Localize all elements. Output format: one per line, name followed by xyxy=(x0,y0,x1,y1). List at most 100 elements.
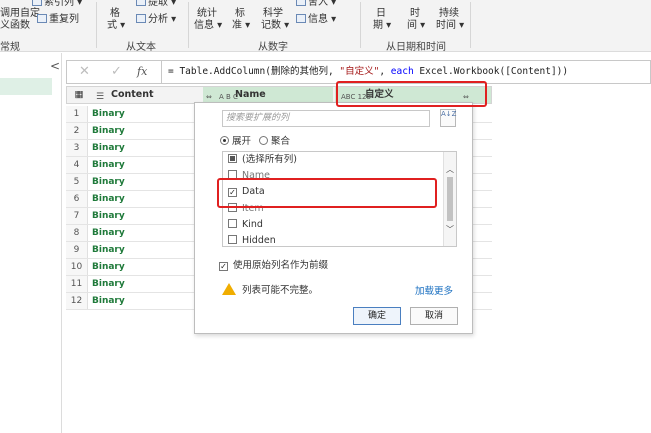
checkbox-icon[interactable] xyxy=(228,235,237,244)
binary-cell[interactable]: Binary xyxy=(92,191,125,207)
extract-icon xyxy=(136,0,146,6)
column-header-content[interactable]: ☰ Content xyxy=(93,87,201,103)
scroll-up-icon[interactable]: ︿ xyxy=(446,164,454,175)
column-header-name[interactable]: ⇔ A B C Name xyxy=(203,87,333,103)
aggregate-radio-label: 聚合 xyxy=(271,136,291,147)
row-index: 2 xyxy=(66,123,88,139)
warning-icon xyxy=(222,283,236,295)
duration-label[interactable]: 持续 xyxy=(439,8,459,20)
extract-button[interactable]: 提取 ▾ xyxy=(136,0,176,9)
scroll-down-icon[interactable]: ﹀ xyxy=(446,224,454,235)
group-from-datetime: 从日期和时间 xyxy=(386,42,446,53)
checkbox-icon[interactable] xyxy=(228,170,237,179)
formula-string: "自定义" xyxy=(339,66,380,77)
standard-button[interactable]: 准 ▾ xyxy=(232,20,250,32)
binary-cell[interactable]: Binary xyxy=(92,276,125,292)
duplicate-column-icon xyxy=(37,14,47,23)
list-item-hidden[interactable]: Hidden xyxy=(228,234,276,246)
statistics-info-label: 信息 xyxy=(194,20,214,31)
commit-formula-icon[interactable]: ✓ xyxy=(111,64,122,79)
information-icon xyxy=(296,14,306,23)
date-period-label: 期 xyxy=(373,20,383,31)
radio-unselected-icon xyxy=(259,136,268,145)
ribbon-separator xyxy=(360,2,361,48)
use-original-prefix-checkbox[interactable]: ✓ 使用原始列名作为前缀 xyxy=(219,257,328,271)
binary-cell[interactable]: Binary xyxy=(92,157,125,173)
list-item-data[interactable]: ✓ Data xyxy=(228,185,265,199)
time-label[interactable]: 时 xyxy=(410,8,420,20)
date-button[interactable]: 期 ▾ xyxy=(373,20,391,32)
load-more-link[interactable]: 加载更多 xyxy=(415,283,453,297)
duration-button[interactable]: 时间 ▾ xyxy=(436,20,464,32)
fx-icon[interactable]: fx xyxy=(137,65,147,78)
row-index: 5 xyxy=(66,174,88,190)
duplicate-column-button[interactable]: 重复列 xyxy=(37,14,79,26)
incomplete-list-warning: 列表可能不完整。 xyxy=(222,282,318,296)
list-item-item[interactable]: Item xyxy=(228,202,264,216)
binary-cell[interactable]: Binary xyxy=(92,208,125,224)
extract-label: 提取 xyxy=(148,0,168,8)
aggregate-radio[interactable]: 聚合 xyxy=(259,133,290,147)
table-menu-icon[interactable]: ▦ xyxy=(69,87,89,103)
list-item-label: (选择所有列) xyxy=(242,154,297,165)
column-header-label: Content xyxy=(111,89,154,100)
time-button[interactable]: 间 ▾ xyxy=(407,20,425,32)
power-query-editor: 索引列 ▾ 调用自定 义函数 重复列 常规 格 式 ▾ 提取 ▾ 分析 ▾ 从文… xyxy=(0,0,651,433)
group-from-number: 从数字 xyxy=(258,42,288,53)
date-label[interactable]: 日 xyxy=(376,8,386,20)
statistics-label[interactable]: 统计 xyxy=(197,8,217,20)
cancel-formula-icon[interactable]: ✕ xyxy=(79,64,90,79)
formula-input[interactable]: = Table.AddColumn(删除的其他列, "自定义", each Ex… xyxy=(161,61,651,83)
format-button-line1[interactable]: 格 xyxy=(110,8,120,20)
row-index: 12 xyxy=(66,293,88,309)
selected-query-highlight[interactable] xyxy=(0,78,52,95)
row-index: 11 xyxy=(66,276,88,292)
binary-cell[interactable]: Binary xyxy=(92,123,125,139)
row-index: 8 xyxy=(66,225,88,241)
format-button[interactable]: 式 ▾ xyxy=(107,20,125,32)
binary-cell[interactable]: Binary xyxy=(92,242,125,258)
list-item-label: Hidden xyxy=(242,235,276,246)
ok-button[interactable]: 确定 xyxy=(353,307,401,325)
binary-cell[interactable]: Binary xyxy=(92,225,125,241)
column-checkbox-list: (选择所有列) Name ✓ Data Item Kind Hidden ︿ ﹀ xyxy=(222,151,457,247)
standard-label[interactable]: 标 xyxy=(235,8,245,20)
statistics-button[interactable]: 信息 ▾ xyxy=(194,20,222,32)
group-from-text: 从文本 xyxy=(126,42,156,53)
binary-cell[interactable]: Binary xyxy=(92,106,125,122)
row-index: 6 xyxy=(66,191,88,207)
checkbox-checked-icon[interactable]: ✓ xyxy=(228,188,237,197)
collapse-pane-chevron-icon[interactable]: < xyxy=(50,59,60,73)
binary-cell[interactable]: Binary xyxy=(92,259,125,275)
list-scrollbar[interactable]: ︿ ﹀ xyxy=(443,152,456,246)
scientific-button[interactable]: 记数 ▾ xyxy=(261,20,289,32)
checkbox-icon[interactable] xyxy=(228,219,237,228)
round-button[interactable]: 舍入 ▾ xyxy=(296,0,336,9)
scrollbar-thumb[interactable] xyxy=(447,177,453,221)
expand-columns-panel: 搜索要扩展的列 A↓Z 展开 聚合 (选择所有列) Name ✓ Data Ite… xyxy=(194,102,473,334)
binary-cell[interactable]: Binary xyxy=(92,140,125,156)
list-item-select-all[interactable]: (选择所有列) xyxy=(228,153,297,167)
invoke-custom-function-label1[interactable]: 调用自定 xyxy=(0,8,40,20)
cancel-button[interactable]: 取消 xyxy=(410,307,458,325)
row-index: 10 xyxy=(66,259,88,275)
row-index: 4 xyxy=(66,157,88,173)
checkbox-partial-icon[interactable] xyxy=(228,154,237,163)
checkbox-icon[interactable] xyxy=(228,203,237,212)
list-item-label: Item xyxy=(242,203,264,214)
expand-radio[interactable]: 展开 xyxy=(220,133,251,147)
list-item-name[interactable]: Name xyxy=(228,169,270,183)
sort-az-button[interactable]: A↓Z xyxy=(440,109,456,127)
search-columns-input[interactable]: 搜索要扩展的列 xyxy=(222,110,430,127)
list-icon: ☰ xyxy=(96,92,105,102)
parse-button[interactable]: 分析 ▾ xyxy=(136,14,176,26)
invoke-custom-function-label2[interactable]: 义函数 xyxy=(0,20,30,32)
column-header-custom[interactable]: ABC 123 自定义 ⇔ xyxy=(335,87,491,103)
binary-cell[interactable]: Binary xyxy=(92,174,125,190)
binary-cell[interactable]: Binary xyxy=(92,293,125,309)
information-button[interactable]: 信息 ▾ xyxy=(296,14,336,26)
list-item-kind[interactable]: Kind xyxy=(228,218,263,232)
ribbon-separator xyxy=(96,2,97,48)
scientific-label[interactable]: 科学 xyxy=(263,8,283,20)
checkbox-checked-icon[interactable]: ✓ xyxy=(219,262,228,271)
